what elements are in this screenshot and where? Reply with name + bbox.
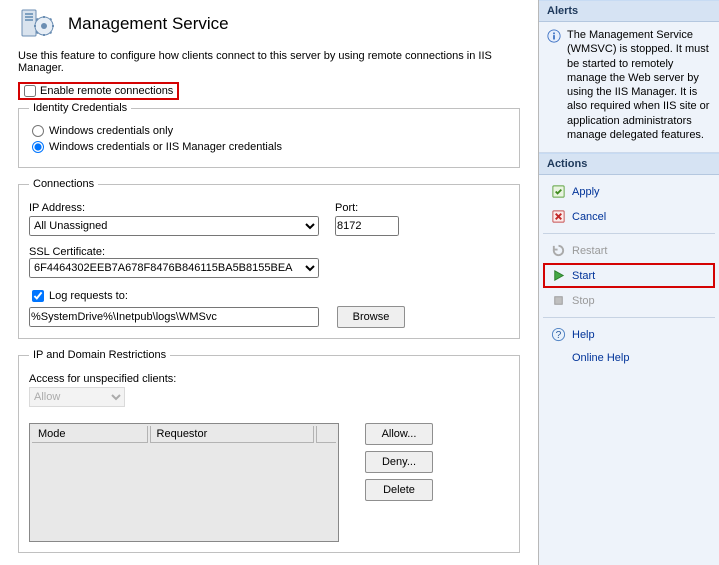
- main-panel: Management Service Use this feature to c…: [0, 0, 539, 565]
- ip-address-label: IP Address:: [29, 202, 319, 214]
- enable-remote-checkbox[interactable]: [24, 85, 36, 97]
- windows-or-iis-radio[interactable]: [32, 141, 44, 153]
- info-icon: [547, 29, 561, 43]
- ssl-certificate-label: SSL Certificate:: [29, 246, 105, 258]
- enable-remote-label: Enable remote connections: [40, 85, 173, 97]
- identity-legend: Identity Credentials: [29, 102, 131, 114]
- svg-text:?: ?: [556, 330, 562, 341]
- cancel-action[interactable]: Cancel: [543, 204, 715, 229]
- management-service-icon: [18, 6, 58, 42]
- actions-header: Actions: [539, 153, 719, 175]
- log-path-input[interactable]: [29, 307, 319, 327]
- apply-label: Apply: [572, 186, 600, 198]
- ip-domain-restrictions-group: IP and Domain Restrictions Access for un…: [18, 349, 520, 553]
- connections-group: Connections IP Address: All Unassigned P…: [18, 178, 520, 339]
- restart-label: Restart: [572, 245, 607, 257]
- cancel-icon: [551, 209, 566, 224]
- help-action[interactable]: ? Help: [543, 322, 715, 347]
- start-action[interactable]: Start: [543, 263, 715, 288]
- online-help-label: Online Help: [572, 352, 629, 364]
- port-label: Port:: [335, 202, 399, 214]
- side-panel: Alerts The Management Service (WMSVC) is…: [539, 0, 719, 565]
- apply-icon: [551, 184, 566, 199]
- col-spacer: [316, 426, 336, 443]
- stop-label: Stop: [572, 295, 595, 307]
- access-unspecified-select[interactable]: Allow: [29, 387, 125, 407]
- alert-text: The Management Service (WMSVC) is stoppe…: [567, 28, 711, 142]
- allow-button[interactable]: Allow...: [365, 423, 433, 445]
- help-label: Help: [572, 329, 595, 341]
- col-mode[interactable]: Mode: [32, 426, 148, 443]
- browse-button[interactable]: Browse: [337, 306, 405, 328]
- cancel-label: Cancel: [572, 211, 606, 223]
- log-requests-label: Log requests to:: [49, 290, 128, 302]
- restart-action: Restart: [543, 238, 715, 263]
- online-help-action[interactable]: Online Help: [543, 347, 715, 369]
- log-requests-checkbox[interactable]: [32, 290, 44, 302]
- windows-only-label: Windows credentials only: [49, 125, 173, 137]
- col-requestor[interactable]: Requestor: [150, 426, 315, 443]
- stop-action: Stop: [543, 288, 715, 313]
- start-label: Start: [572, 270, 595, 282]
- stop-icon: [551, 293, 566, 308]
- connections-legend: Connections: [29, 178, 98, 190]
- enable-remote-highlight: Enable remote connections: [18, 82, 179, 100]
- delete-button[interactable]: Delete: [365, 479, 433, 501]
- windows-or-iis-label: Windows credentials or IIS Manager crede…: [49, 141, 282, 153]
- ip-address-select[interactable]: All Unassigned: [29, 216, 319, 236]
- help-icon: ?: [551, 327, 566, 342]
- restart-icon: [551, 243, 566, 258]
- page-description: Use this feature to configure how client…: [18, 50, 520, 74]
- windows-only-radio[interactable]: [32, 125, 44, 137]
- alerts-header: Alerts: [539, 0, 719, 22]
- port-input[interactable]: [335, 216, 399, 236]
- restrictions-table[interactable]: Mode Requestor: [29, 423, 339, 542]
- restrictions-legend: IP and Domain Restrictions: [29, 349, 170, 361]
- deny-button[interactable]: Deny...: [365, 451, 433, 473]
- identity-credentials-group: Identity Credentials Windows credentials…: [18, 102, 520, 168]
- ssl-certificate-select[interactable]: 6F4464302EEB7A678F8476B846115BA5B8155BEA: [29, 258, 319, 278]
- start-icon: [551, 268, 566, 283]
- apply-action[interactable]: Apply: [543, 179, 715, 204]
- page-title: Management Service: [68, 14, 229, 34]
- access-unspecified-label: Access for unspecified clients:: [29, 373, 509, 385]
